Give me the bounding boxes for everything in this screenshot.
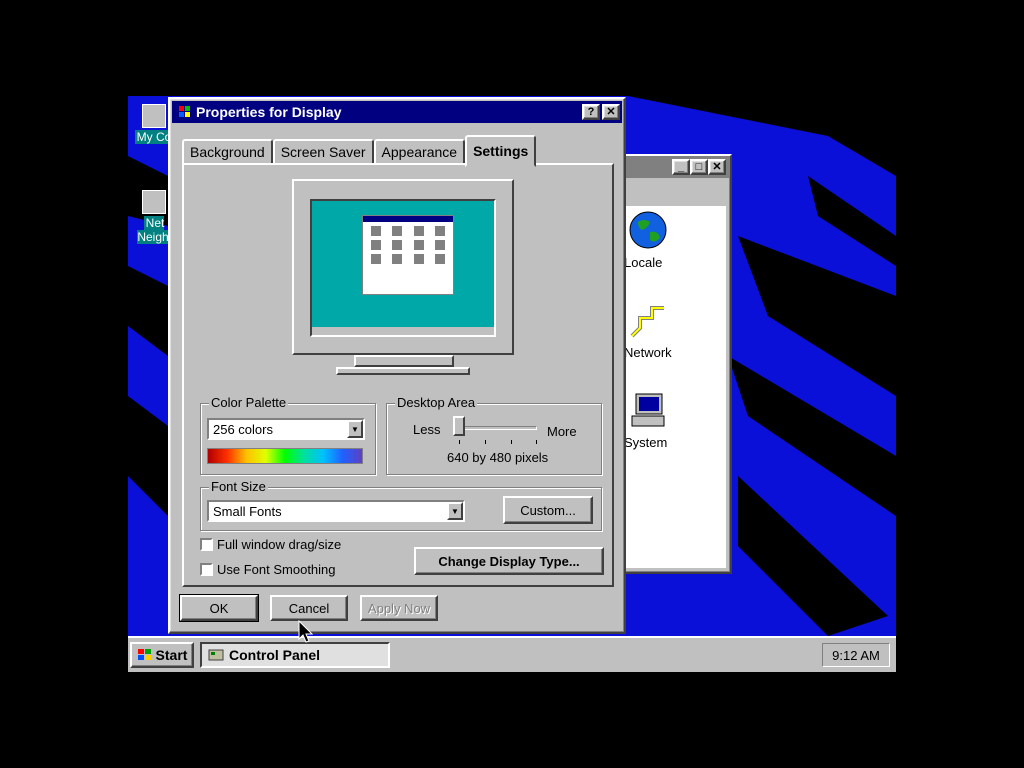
monitor-preview — [292, 179, 514, 355]
cp-item-system[interactable]: System — [622, 390, 718, 450]
color-palette-select[interactable]: 256 colors ▼ — [207, 418, 365, 440]
checkbox-label: Full window drag/size — [217, 537, 342, 552]
desktop-area-slider-track[interactable] — [457, 426, 537, 430]
preview-taskbar — [312, 327, 494, 335]
cp-item-label: System — [624, 435, 668, 450]
windows-logo-icon — [137, 649, 151, 660]
computer-icon — [631, 393, 665, 427]
close-button[interactable]: ✕ — [708, 159, 726, 175]
monitor-screen-preview — [310, 199, 496, 337]
apply-now-button[interactable]: Apply Now — [360, 595, 438, 621]
slider-less-label: Less — [413, 422, 441, 437]
my-computer-icon — [142, 104, 166, 128]
font-size-legend: Font Size — [209, 479, 268, 494]
monitor-base — [336, 367, 470, 375]
taskbar-item-label: Control Panel — [229, 647, 321, 663]
minimize-button[interactable]: _ — [672, 159, 690, 175]
change-display-type-button[interactable]: Change Display Type... — [414, 547, 604, 575]
font-size-select[interactable]: Small Fonts ▼ — [207, 500, 465, 522]
taskbar-item-control-panel[interactable]: Control Panel — [200, 642, 390, 668]
control-panel-icon — [208, 649, 224, 661]
chevron-down-icon[interactable]: ▼ — [447, 502, 463, 520]
resolution-label: 640 by 480 pixels — [447, 450, 549, 465]
help-button[interactable]: ? — [582, 104, 600, 120]
cp-item-network[interactable]: Network — [622, 300, 718, 360]
chevron-down-icon[interactable]: ▼ — [347, 420, 363, 438]
close-button[interactable]: ✕ — [602, 104, 620, 120]
font-size-value: Small Fonts — [213, 504, 282, 519]
settings-panel: Color Palette 256 colors ▼ Desktop Area … — [182, 163, 614, 587]
cp-item-locale[interactable]: Locale — [622, 210, 718, 270]
color-spectrum-bar — [207, 448, 363, 464]
tab-background[interactable]: Background — [182, 139, 273, 165]
ok-button[interactable]: OK — [179, 594, 259, 622]
display-properties-dialog: Properties for Display ? ✕ Background Sc… — [168, 97, 626, 634]
checkbox-label: Use Font Smoothing — [217, 562, 336, 577]
font-smoothing-checkbox[interactable]: Use Font Smoothing — [200, 562, 336, 577]
dialog-titlebar[interactable]: Properties for Display ? ✕ — [172, 101, 622, 123]
globe-icon — [629, 211, 667, 249]
mouse-cursor-icon — [298, 620, 314, 643]
color-palette-group: Color Palette 256 colors ▼ — [200, 395, 376, 475]
control-panel-titlebar[interactable]: _ □ ✕ — [620, 156, 730, 178]
cp-item-label: Network — [624, 345, 672, 360]
control-panel-content: Locale Network System — [622, 206, 726, 568]
cp-item-label: Locale — [624, 255, 663, 270]
checkbox-box[interactable] — [200, 538, 213, 551]
desktop-area-legend: Desktop Area — [395, 395, 478, 410]
clock-text: 9:12 AM — [832, 647, 880, 663]
maximize-button[interactable]: □ — [690, 159, 708, 175]
display-icon — [179, 106, 190, 117]
dialog-title: Properties for Display — [196, 104, 342, 120]
taskbar: Start Control Panel 9:12 AM — [128, 636, 896, 672]
checkbox-box[interactable] — [200, 563, 213, 576]
color-palette-value: 256 colors — [213, 422, 273, 437]
monitor-stand — [354, 355, 454, 367]
color-palette-legend: Color Palette — [209, 395, 289, 410]
custom-button[interactable]: Custom... — [503, 496, 593, 524]
desktop-screen: My Co Net Neigh _ □ ✕ Locale Network Sys… — [128, 96, 896, 672]
start-button[interactable]: Start — [130, 642, 194, 668]
desktop-area-slider-thumb[interactable] — [453, 416, 465, 436]
network-icon — [630, 306, 664, 338]
tab-strip: Background Screen Saver Appearance Setti… — [182, 135, 537, 167]
system-tray-clock[interactable]: 9:12 AM — [822, 643, 890, 667]
slider-more-label: More — [547, 424, 577, 439]
tab-appearance[interactable]: Appearance — [373, 139, 466, 165]
font-size-group: Font Size Small Fonts ▼ Custom... — [200, 479, 602, 531]
full-window-drag-checkbox[interactable]: Full window drag/size — [200, 537, 341, 552]
cancel-button[interactable]: Cancel — [270, 595, 348, 621]
control-panel-window: _ □ ✕ Locale Network System — [618, 154, 732, 574]
desktop-icon-label: Net Neigh — [137, 216, 171, 244]
preview-window — [362, 215, 454, 295]
desktop-area-group: Desktop Area Less More 640 by 480 pixels — [386, 395, 602, 475]
tab-settings[interactable]: Settings — [465, 135, 537, 167]
network-neighborhood-icon — [142, 190, 166, 214]
start-label: Start — [155, 647, 188, 663]
tab-screen-saver[interactable]: Screen Saver — [272, 139, 374, 165]
